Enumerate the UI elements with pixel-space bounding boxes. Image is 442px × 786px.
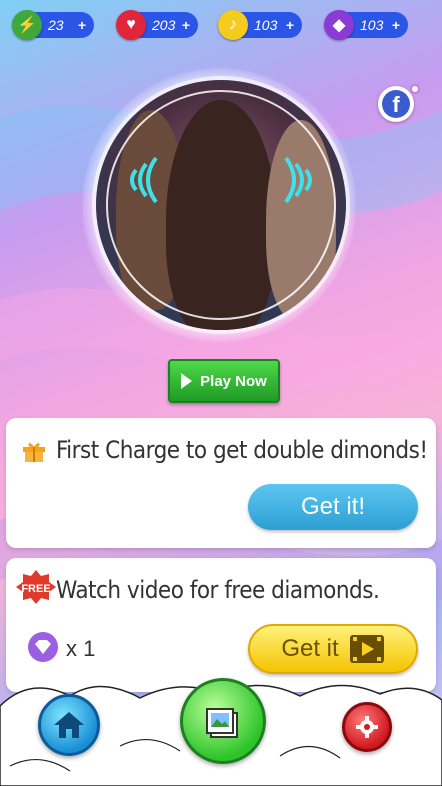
- sound-wave-right-icon: [284, 156, 312, 204]
- notes-add-button[interactable]: +: [286, 17, 294, 33]
- gift-icon: [23, 443, 45, 462]
- settings-button[interactable]: [342, 702, 392, 752]
- diamonds-add-button[interactable]: +: [392, 17, 400, 33]
- lightning-icon: ⚡: [12, 10, 42, 40]
- video-offer-title: Watch video for free diamonds.: [56, 576, 380, 604]
- energy-value: 23: [48, 17, 64, 33]
- video-get-label: Get it: [281, 635, 339, 662]
- facebook-button[interactable]: f: [378, 86, 414, 122]
- lives-counter[interactable]: ♥ 203 +: [116, 10, 198, 40]
- music-note-icon: ♪: [218, 10, 248, 40]
- first-charge-title: First Charge to get double dimonds!: [56, 436, 428, 464]
- lives-add-button[interactable]: +: [182, 17, 190, 33]
- first-charge-get-button[interactable]: Get it!: [248, 484, 418, 530]
- diamonds-value: 103: [360, 17, 384, 33]
- diamonds-counter[interactable]: ◆ 103 +: [324, 10, 408, 40]
- gear-icon: [356, 716, 378, 738]
- diamond-icon: ◆: [324, 10, 354, 40]
- home-icon: [54, 712, 84, 738]
- gallery-icon: [206, 708, 238, 738]
- lives-value: 203: [152, 17, 176, 33]
- play-icon: [181, 373, 193, 389]
- sound-wave-left-icon: [130, 156, 158, 204]
- film-play-icon: [349, 635, 384, 663]
- facebook-icon: f: [382, 90, 410, 118]
- video-offer-card: FREE Watch video for free diamonds. x 1 …: [6, 558, 436, 692]
- free-badge-icon: FREE: [16, 570, 56, 604]
- video-get-button[interactable]: Get it: [248, 624, 418, 674]
- home-button[interactable]: [38, 694, 100, 756]
- energy-counter[interactable]: ⚡ 23 +: [12, 10, 94, 40]
- facebook-notification-dot: [410, 84, 420, 94]
- energy-add-button[interactable]: +: [78, 17, 86, 33]
- heart-icon: ♥: [116, 10, 146, 40]
- diamond-reward-icon: [28, 632, 58, 662]
- notes-counter[interactable]: ♪ 103 +: [218, 10, 302, 40]
- play-now-button[interactable]: Play Now: [168, 359, 280, 403]
- song-gallery-button[interactable]: [180, 678, 266, 764]
- notes-value: 103: [254, 17, 278, 33]
- play-now-label: Play Now: [200, 372, 267, 390]
- reward-count: x 1: [66, 636, 96, 661]
- first-charge-offer-card: First Charge to get double dimonds! Get …: [6, 418, 436, 548]
- free-badge-text: FREE: [21, 583, 50, 595]
